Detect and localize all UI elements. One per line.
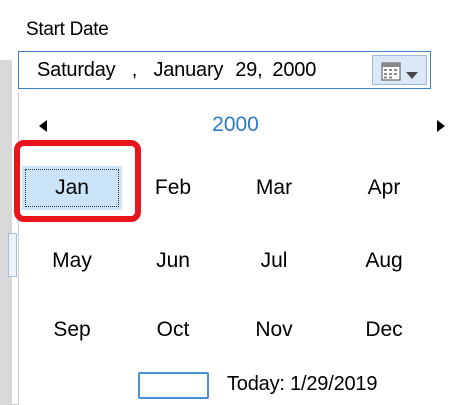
calendar-dropdown-button[interactable] [372, 55, 427, 85]
today-indicator[interactable] [138, 372, 209, 399]
month-jul[interactable]: Jul [224, 239, 324, 283]
month-nov[interactable]: Nov [224, 308, 324, 352]
month-apr[interactable]: Apr [334, 166, 434, 210]
background-tab [8, 233, 17, 277]
date-value[interactable]: Saturday, January 29, 2000 [37, 59, 316, 82]
today-link[interactable]: Today: 1/29/2019 [227, 373, 377, 396]
year-segment[interactable]: 2000 [272, 59, 316, 81]
month-aug[interactable]: Aug [334, 239, 434, 283]
weekday-separator: , [131, 59, 138, 81]
month-sep[interactable]: Sep [22, 308, 122, 352]
month-may[interactable]: May [22, 239, 122, 283]
screenshot-stage: Start Date Saturday, January 29, 2000 20… [0, 0, 451, 405]
year-title[interactable]: 2000 [19, 113, 451, 137]
triangle-right-icon[interactable] [437, 119, 445, 137]
highlight-annotation [14, 140, 141, 222]
chevron-down-icon [406, 67, 418, 85]
day-segment[interactable]: 29, [235, 59, 262, 81]
month-jun[interactable]: Jun [123, 239, 223, 283]
calendar-icon [381, 61, 401, 86]
month-segment[interactable]: January [153, 59, 223, 81]
start-date-picker[interactable]: Saturday, January 29, 2000 [18, 51, 431, 89]
month-dec[interactable]: Dec [334, 308, 434, 352]
start-date-label: Start Date [26, 19, 109, 40]
month-mar[interactable]: Mar [224, 166, 324, 210]
weekday-segment[interactable]: Saturday [37, 59, 116, 81]
month-oct[interactable]: Oct [123, 308, 223, 352]
